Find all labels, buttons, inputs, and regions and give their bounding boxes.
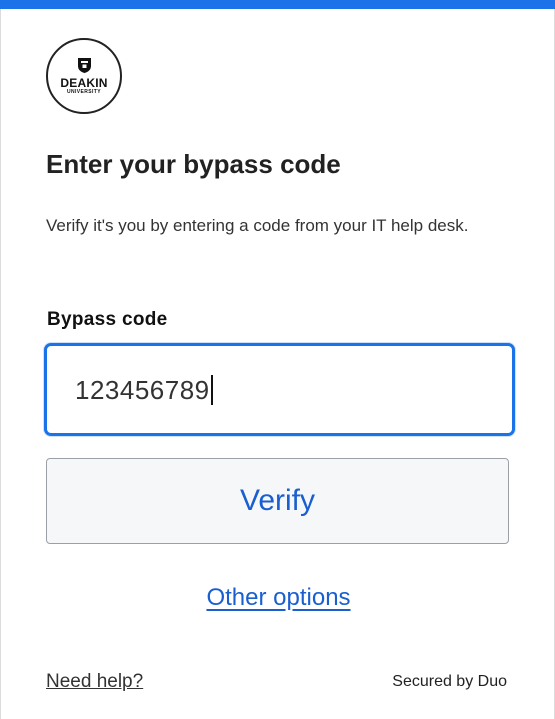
university-logo: DEAKIN UNIVERSITY xyxy=(46,38,122,114)
other-options-link[interactable]: Other options xyxy=(1,584,555,612)
secured-by-duo: Secured by Duo xyxy=(392,673,507,690)
bypass-code-text: 123456789 xyxy=(75,375,210,405)
top-accent-bar xyxy=(0,0,555,9)
bypass-code-label: Bypass code xyxy=(47,309,168,330)
duo-prompt-panel: DEAKIN UNIVERSITY Enter your bypass code… xyxy=(0,9,555,719)
bypass-code-value: 123456789 xyxy=(75,374,213,406)
need-help-link[interactable]: Need help? xyxy=(46,671,143,693)
text-caret xyxy=(210,375,213,405)
crest-icon xyxy=(77,57,91,73)
page-description: Verify it's you by entering a code from … xyxy=(46,216,469,235)
page-title: Enter your bypass code xyxy=(46,149,341,179)
bypass-code-input[interactable]: 123456789 xyxy=(44,343,515,436)
logo-subtitle: UNIVERSITY xyxy=(66,88,101,95)
verify-button[interactable]: Verify xyxy=(46,458,509,544)
logo-name: DEAKIN xyxy=(60,75,108,90)
